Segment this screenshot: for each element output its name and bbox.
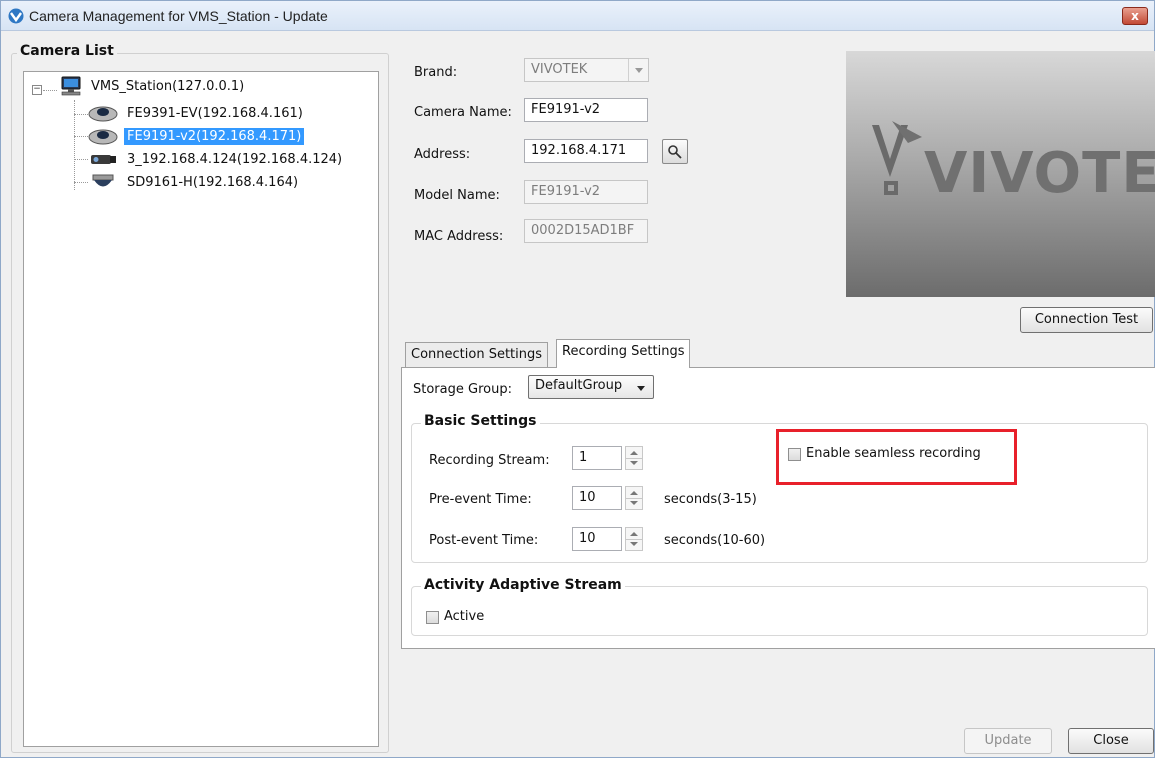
vivotek-logo-mark-icon xyxy=(872,121,922,195)
activity-adaptive-title: Activity Adaptive Stream xyxy=(421,577,625,593)
mac-address-label: MAC Address: xyxy=(414,229,504,244)
storage-group-label: Storage Group: xyxy=(413,382,512,397)
pre-event-unit: seconds(3-15) xyxy=(664,492,757,507)
tree-camera-item[interactable]: FE9391-EV(192.168.4.161) xyxy=(88,103,306,123)
spin-arrows-icon[interactable] xyxy=(625,527,643,551)
tree-camera-item[interactable]: SD9161-H(192.168.4.164) xyxy=(88,172,301,192)
chevron-down-icon xyxy=(637,386,645,391)
update-button[interactable]: Update xyxy=(964,728,1052,754)
address-input[interactable]: 192.168.4.171 xyxy=(524,139,648,163)
bullet-camera-icon xyxy=(91,155,116,164)
basic-settings-title: Basic Settings xyxy=(421,413,540,429)
camera-name-label: Camera Name: xyxy=(414,105,512,120)
dome-camera-icon xyxy=(92,174,114,187)
tree-root-item[interactable]: VMS_Station(127.0.0.1) xyxy=(60,76,247,96)
mac-address-field: 0002D15AD1BF xyxy=(524,219,648,243)
tree-camera-label: FE9391-EV(192.168.4.161) xyxy=(127,105,303,121)
camera-name-input[interactable]: FE9191-v2 xyxy=(524,98,648,122)
fisheye-camera-icon xyxy=(88,106,118,122)
window-close-button[interactable]: x xyxy=(1122,7,1148,25)
recording-stream-label: Recording Stream: xyxy=(429,453,550,468)
brand-select[interactable]: VIVOTEK xyxy=(524,58,649,82)
tree-root-label: VMS_Station(127.0.0.1) xyxy=(91,78,245,94)
seamless-recording-checkbox[interactable] xyxy=(788,448,801,461)
active-label[interactable]: Active xyxy=(444,609,484,624)
tree-camera-item[interactable]: 3_192.168.4.124(192.168.4.124) xyxy=(88,149,345,169)
tree-camera-label: FE9191-v2(192.168.4.171) xyxy=(124,127,305,145)
storage-group-value: DefaultGroup xyxy=(535,378,623,393)
locate-camera-button[interactable] xyxy=(662,139,688,164)
window-title: Camera Management for VMS_Station - Upda… xyxy=(29,8,328,24)
collapse-toggle-icon[interactable]: − xyxy=(32,85,42,95)
tree-camera-label: SD9161-H(192.168.4.164) xyxy=(127,174,299,190)
address-label: Address: xyxy=(414,147,471,162)
active-checkbox[interactable] xyxy=(426,611,439,624)
brand-label: Brand: xyxy=(414,65,458,80)
fisheye-camera-icon xyxy=(88,129,118,145)
camera-preview: VIVOTEK xyxy=(846,51,1155,297)
tab-recording-settings[interactable]: Recording Settings xyxy=(556,339,691,368)
tab-connection-settings[interactable]: Connection Settings xyxy=(405,342,549,368)
chevron-down-icon xyxy=(628,59,648,81)
computer-icon xyxy=(61,76,81,96)
tree-camera-item-selected[interactable]: FE9191-v2(192.168.4.171) xyxy=(88,126,305,146)
pre-event-value[interactable]: 10 xyxy=(572,486,622,510)
search-device-icon xyxy=(668,145,682,159)
pre-event-label: Pre-event Time: xyxy=(429,492,532,507)
spin-arrows-icon[interactable] xyxy=(625,446,643,470)
spin-arrows-icon[interactable] xyxy=(625,486,643,510)
camera-tree[interactable]: − VMS_Station(127.0.0.1) FE9391-EV(192.1… xyxy=(23,71,379,747)
activity-adaptive-group xyxy=(411,586,1148,636)
post-event-value[interactable]: 10 xyxy=(572,527,622,551)
seamless-recording-label[interactable]: Enable seamless recording xyxy=(806,446,981,461)
app-vivotek-icon xyxy=(8,8,24,24)
recording-stream-value[interactable]: 1 xyxy=(572,446,622,470)
connection-test-button[interactable]: Connection Test xyxy=(1020,307,1153,333)
camera-management-window: Camera Management for VMS_Station - Upda… xyxy=(0,0,1155,758)
close-button[interactable]: Close xyxy=(1068,728,1154,754)
model-name-label: Model Name: xyxy=(414,188,500,203)
camera-list-label: Camera List xyxy=(17,43,117,59)
model-name-field: FE9191-v2 xyxy=(524,180,648,204)
brand-value: VIVOTEK xyxy=(531,62,588,77)
post-event-label: Post-event Time: xyxy=(429,533,539,548)
title-bar: Camera Management for VMS_Station - Upda… xyxy=(1,1,1154,31)
storage-group-select[interactable]: DefaultGroup xyxy=(528,375,654,399)
tree-camera-label: 3_192.168.4.124(192.168.4.124) xyxy=(127,151,343,167)
preview-logo-text: VIVOTEK xyxy=(924,141,1155,206)
post-event-unit: seconds(10-60) xyxy=(664,533,766,548)
